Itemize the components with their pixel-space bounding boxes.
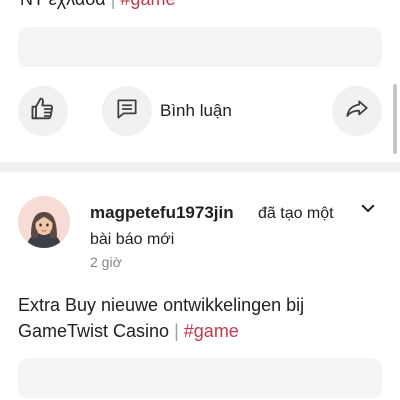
post-divider	[0, 162, 400, 172]
comment-button-circle[interactable]	[102, 86, 152, 136]
comment-input[interactable]	[18, 27, 382, 67]
post-body-line2[interactable]: GameTwist Casino | #game	[18, 320, 239, 342]
chat-bubble-icon	[114, 96, 140, 127]
scrollbar[interactable]	[393, 84, 397, 154]
feed: NT εχλάδα | #game Bình luận	[0, 0, 400, 400]
previous-post-title-text: NT εχλάδα	[20, 0, 106, 9]
title-separator: |	[111, 0, 116, 9]
author-name[interactable]: magpetefu1973jin	[90, 203, 234, 223]
hashtag-link[interactable]: #game	[184, 321, 239, 341]
post-timestamp: 2 giờ	[90, 254, 122, 270]
post-body-title: GameTwist Casino	[18, 321, 170, 341]
avatar[interactable]	[18, 196, 70, 248]
comment-button-label[interactable]: Bình luận	[160, 101, 232, 121]
post-body-line1[interactable]: Extra Buy nieuwe ontwikkelingen bij	[18, 294, 304, 316]
thumbs-up-icon	[29, 95, 57, 128]
chevron-down-icon	[359, 199, 377, 222]
share-button[interactable]	[332, 86, 382, 136]
share-arrow-icon	[344, 96, 370, 127]
previous-post-title[interactable]: NT εχλάδα | #game	[20, 0, 175, 10]
hashtag-link[interactable]: #game	[120, 0, 175, 9]
comment-input[interactable]	[18, 358, 382, 398]
avatar-image	[18, 196, 70, 248]
post-action-text-cont: bài báo mới	[90, 231, 175, 248]
post-action-text: đã tạo một	[258, 205, 334, 222]
post-menu-button[interactable]	[356, 198, 380, 222]
title-separator: |	[174, 321, 179, 341]
like-button[interactable]	[18, 86, 68, 136]
